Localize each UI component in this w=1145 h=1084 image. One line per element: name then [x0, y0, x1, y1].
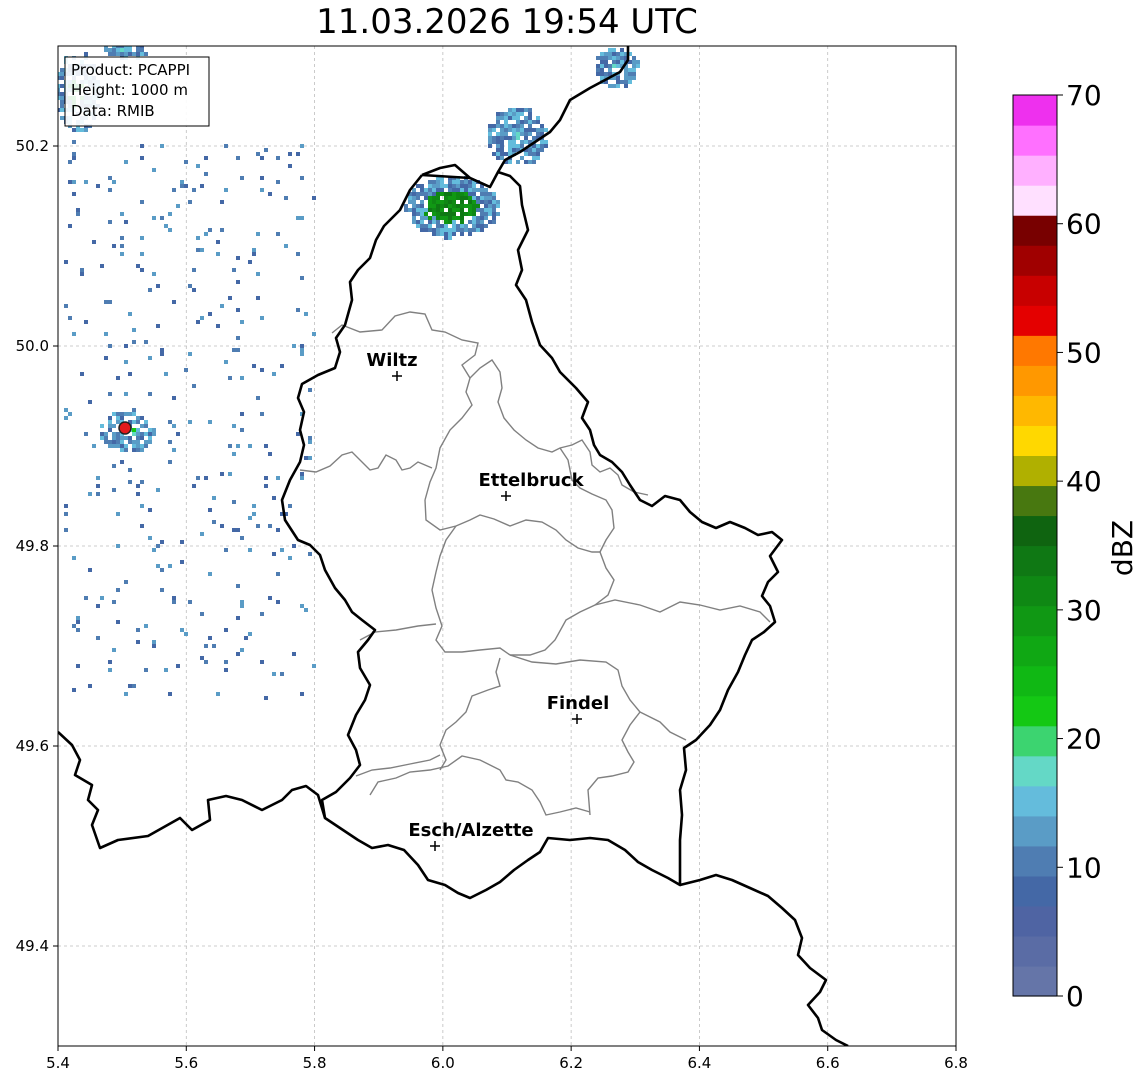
colorbar-tick-label: 30 — [1066, 594, 1102, 627]
colorbar-tick-label: 70 — [1066, 79, 1102, 112]
colorbar-bin — [1013, 725, 1057, 757]
colorbar-bin — [1013, 215, 1057, 246]
city-findel-label: Findel — [547, 693, 610, 714]
colorbar-bin — [1013, 395, 1057, 426]
colorbar-tick-label: 10 — [1066, 851, 1102, 884]
x-tick-label: 6.4 — [687, 1054, 711, 1072]
x-tick-label: 6.6 — [816, 1054, 840, 1072]
colorbar-bin — [1013, 935, 1057, 967]
y-tick-label: 49.6 — [16, 737, 49, 755]
colorbar-bin — [1013, 185, 1057, 216]
x-tick-label: 6.8 — [944, 1054, 968, 1072]
colorbar-bin — [1013, 275, 1057, 306]
colorbar-bin — [1013, 605, 1057, 637]
colorbar-bin — [1013, 515, 1057, 547]
city-wiltz-label: Wiltz — [366, 350, 417, 371]
colorbar-tick-label: 50 — [1066, 336, 1102, 369]
colorbar-bin — [1013, 845, 1057, 877]
y-tick-label: 50.0 — [16, 337, 49, 355]
y-tick-label: 49.8 — [16, 537, 49, 555]
radar-site-marker[interactable] — [118, 421, 132, 435]
colorbar-bin — [1013, 785, 1057, 817]
info-data-source: Data: RMIB — [71, 102, 155, 120]
colorbar-label: dBZ — [1106, 520, 1139, 576]
y-axis: 49.4 49.6 49.8 50.0 50.2 — [16, 137, 58, 955]
x-tick-label: 5.4 — [46, 1054, 70, 1072]
colorbar-bin — [1013, 485, 1057, 517]
colorbar-tick-label: 60 — [1066, 208, 1102, 241]
y-tick-label: 50.2 — [16, 137, 49, 155]
colorbar-tick-label: 40 — [1066, 465, 1102, 498]
colorbar-tick-label: 0 — [1066, 980, 1084, 1013]
colorbar-bin — [1013, 305, 1057, 336]
x-axis: 5.4 5.6 5.8 6.0 6.2 6.4 6.6 6.8 — [46, 1046, 968, 1072]
colorbar-tick-label: 20 — [1066, 723, 1102, 756]
colorbar-bin — [1013, 425, 1057, 456]
colorbar-bin — [1013, 695, 1057, 727]
colorbar-bin — [1013, 635, 1057, 667]
colorbar-ticks: 0 10 20 30 40 50 60 70 — [1057, 79, 1102, 1013]
colorbar-bin — [1013, 965, 1057, 997]
colorbar-bin — [1013, 905, 1057, 937]
x-tick-label: 5.8 — [303, 1054, 327, 1072]
city-ettelbruck-label: Ettelbruck — [478, 470, 584, 491]
colorbar-bin — [1013, 875, 1057, 907]
colorbar-bin — [1013, 455, 1057, 487]
x-tick-label: 6.2 — [559, 1054, 583, 1072]
colorbar-bin — [1013, 545, 1057, 577]
colorbar-bin — [1013, 365, 1057, 396]
colorbar-bin — [1013, 125, 1057, 156]
city-esch-alzette-label: Esch/Alzette — [408, 820, 533, 841]
x-tick-label: 6.0 — [431, 1054, 455, 1072]
colorbar-bin — [1013, 815, 1057, 847]
info-height: Height: 1000 m — [71, 81, 188, 99]
colorbar: 0 10 20 30 40 50 60 70 dBZ — [1012, 79, 1139, 1013]
colorbar-bins — [1013, 95, 1057, 997]
colorbar-bin — [1013, 755, 1057, 787]
info-product: Product: PCAPPI — [71, 61, 190, 79]
colorbar-bin — [1013, 665, 1057, 697]
info-box: Product: PCAPPI Height: 1000 m Data: RMI… — [64, 56, 210, 127]
colorbar-bin — [1013, 575, 1057, 607]
colorbar-bin — [1013, 245, 1057, 276]
colorbar-bin — [1013, 95, 1057, 126]
x-tick-label: 5.6 — [174, 1054, 198, 1072]
colorbar-bin — [1013, 155, 1057, 186]
y-tick-label: 49.4 — [16, 937, 49, 955]
colorbar-bin — [1013, 335, 1057, 366]
